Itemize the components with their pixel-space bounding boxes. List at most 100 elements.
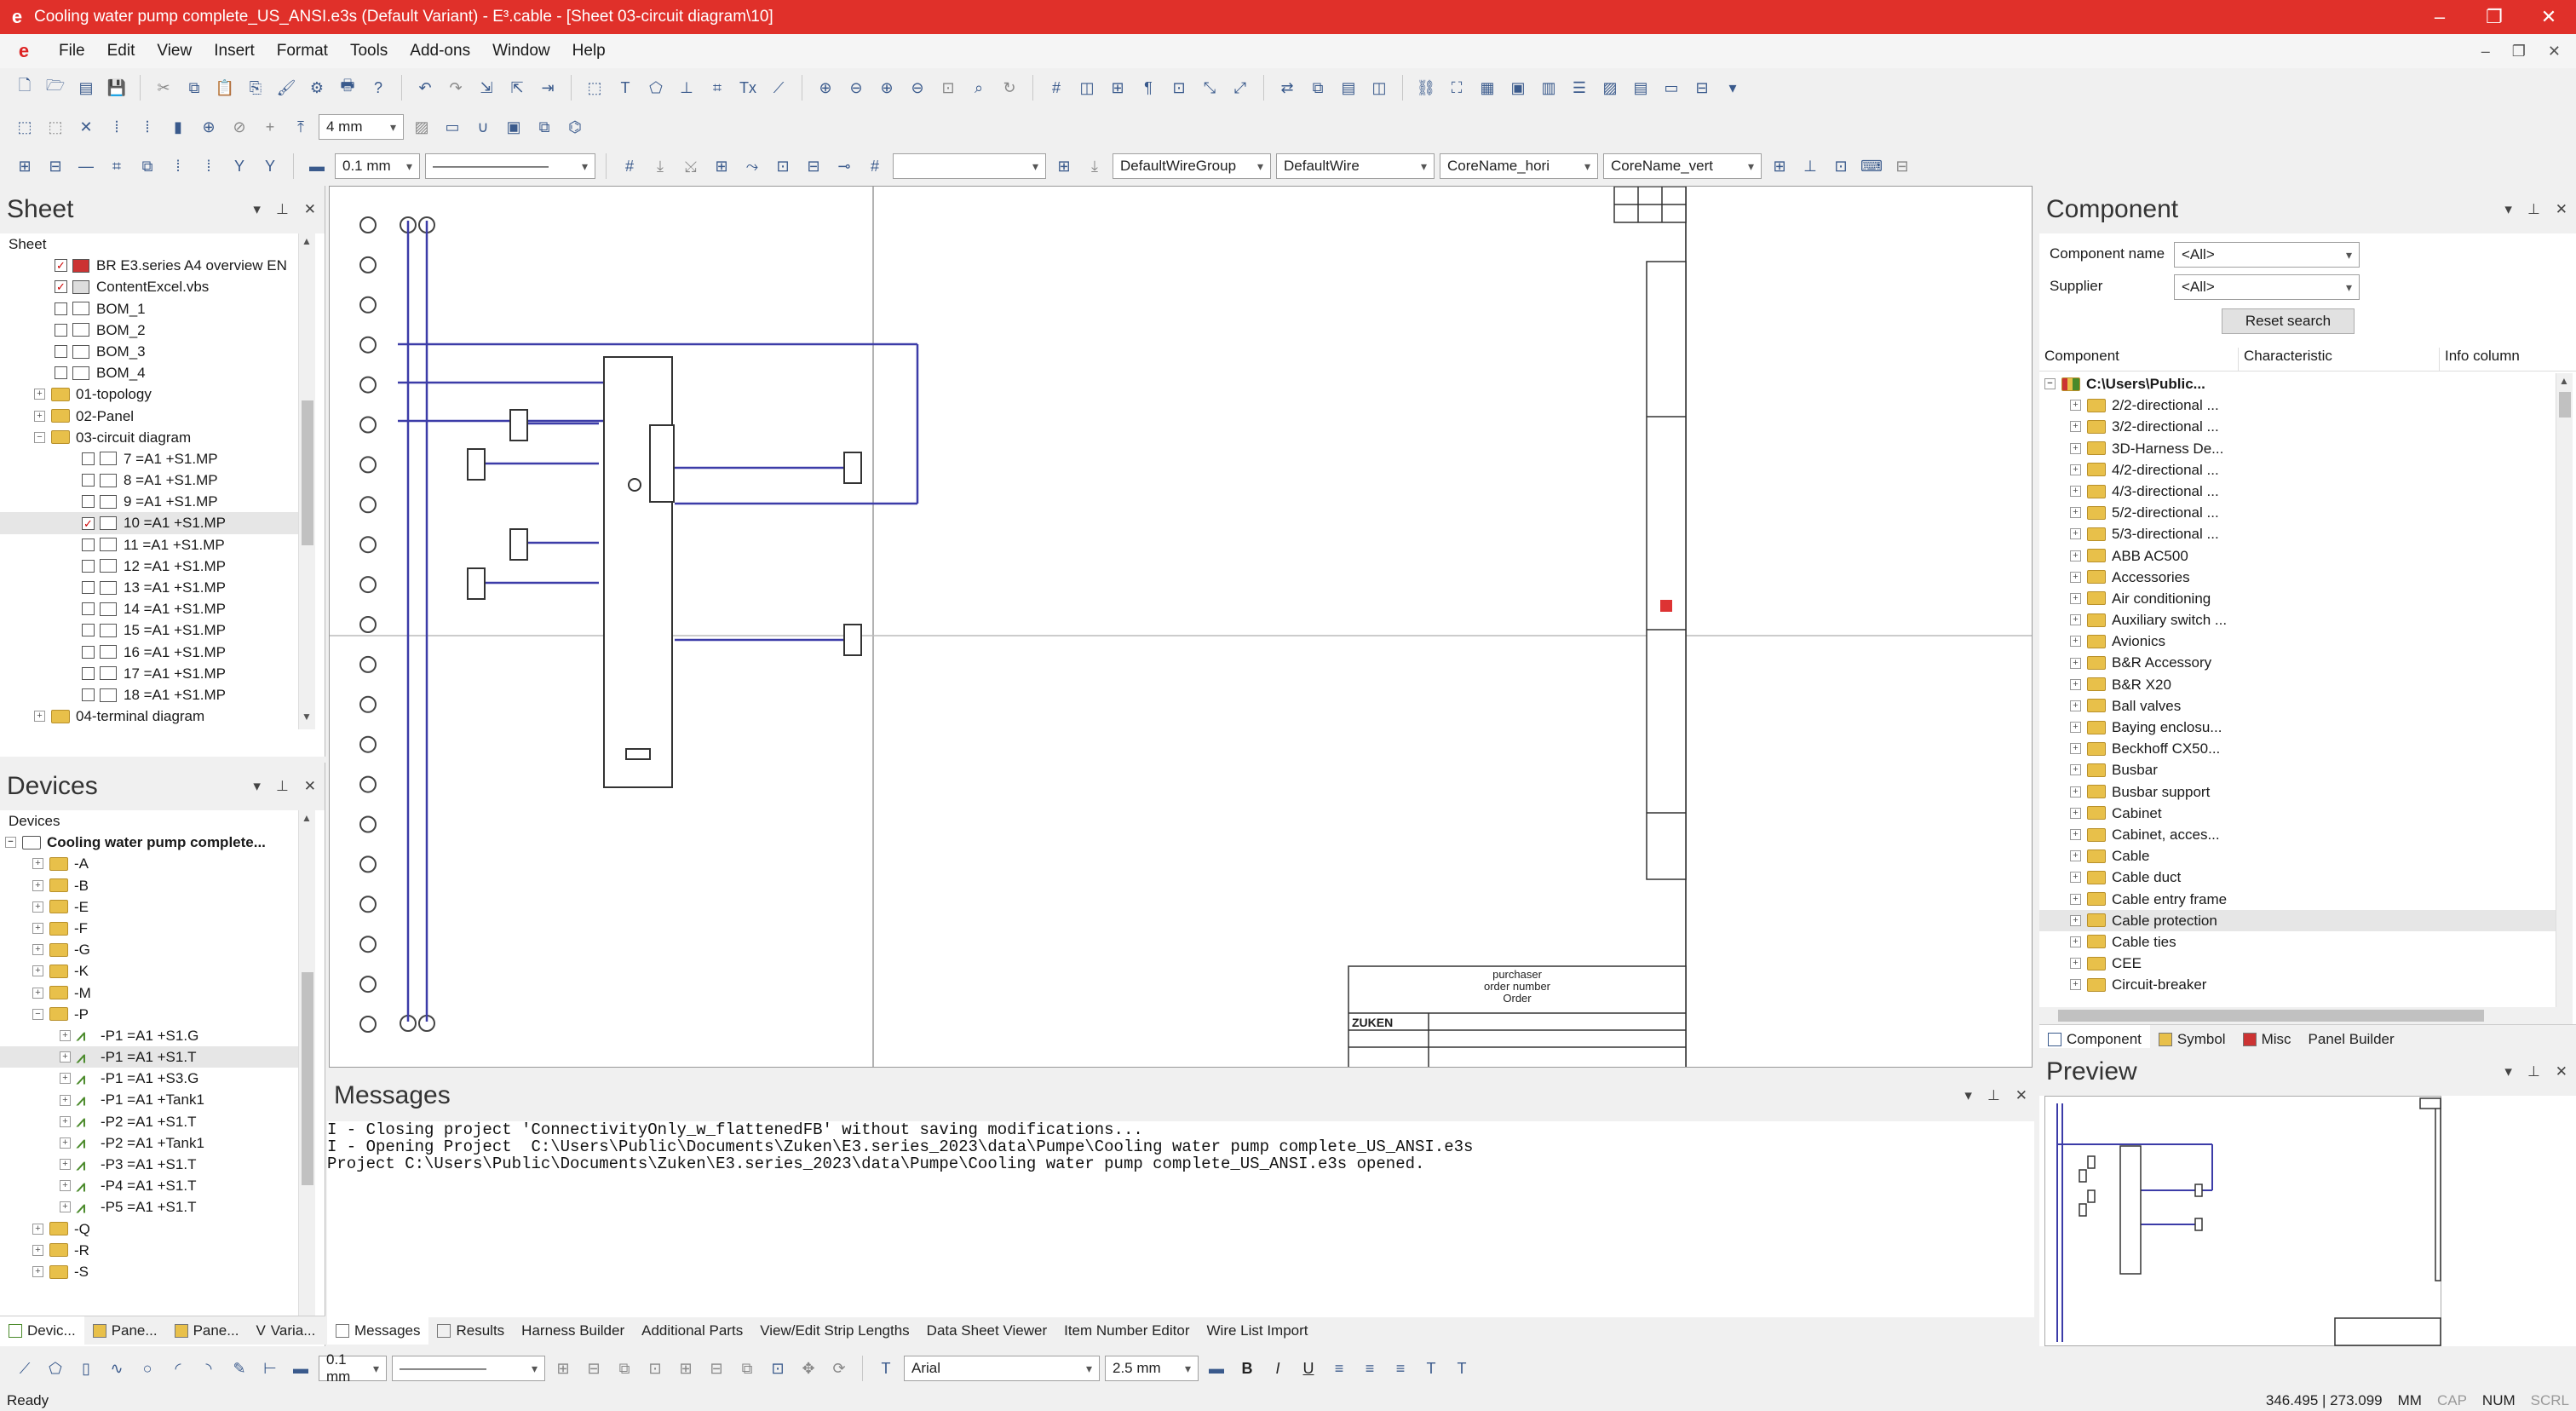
sheet-vscroll-thumb[interactable] xyxy=(302,400,313,545)
document-icon[interactable]: e xyxy=(0,40,48,62)
import-icon[interactable]: ⇱ xyxy=(504,75,530,101)
text-icon[interactable]: T xyxy=(612,75,638,101)
component-folder[interactable]: + Cabinet, acces... xyxy=(2039,824,2556,845)
mdi-minimize-icon[interactable]: – xyxy=(2481,43,2490,60)
column-info[interactable]: Info column xyxy=(2440,348,2520,371)
tab-harness-builder[interactable]: Harness Builder xyxy=(513,1317,633,1345)
windows-icon[interactable]: ⧉ xyxy=(1305,75,1331,101)
messages-menu-icon[interactable]: ▾ xyxy=(1964,1087,1972,1104)
device-folder[interactable]: + -A xyxy=(0,853,298,874)
settings-icon[interactable]: ⚙ xyxy=(304,75,330,101)
sheet-tree-item[interactable]: 18 =A1 +S1.MP xyxy=(0,684,298,706)
component-close-icon[interactable]: ✕ xyxy=(2556,201,2567,218)
component-folder[interactable]: + B&R X20 xyxy=(2039,674,2556,695)
checkbox[interactable] xyxy=(82,559,95,573)
underline-icon[interactable]: U xyxy=(1296,1356,1321,1381)
component-folder[interactable]: + Beckhoff CX50... xyxy=(2039,738,2556,759)
expand-icon[interactable]: + xyxy=(34,410,45,422)
device-root[interactable]: − Cooling water pump complete... xyxy=(0,832,298,853)
move-icon[interactable]: ⤢ xyxy=(1228,75,1253,101)
expand-icon[interactable]: + xyxy=(32,944,43,956)
hatch-icon[interactable]: ▨ xyxy=(409,114,434,140)
draw-arc-icon[interactable]: ◜ xyxy=(165,1356,191,1381)
comp-scroll-up-icon[interactable]: ▲ xyxy=(2559,375,2569,387)
component-folder[interactable]: + CEE xyxy=(2039,953,2556,974)
arrange-b-icon[interactable]: ⊟ xyxy=(581,1356,607,1381)
mdi-close-icon[interactable]: ✕ xyxy=(2548,43,2561,60)
expand-icon[interactable]: + xyxy=(2070,872,2081,884)
component-menu-icon[interactable]: ▾ xyxy=(2504,201,2512,218)
checkbox[interactable] xyxy=(55,323,67,337)
expand-icon[interactable]: + xyxy=(60,1051,71,1063)
connect-icon[interactable]: ⤡ xyxy=(1197,75,1222,101)
bold-icon[interactable]: B xyxy=(1234,1356,1260,1381)
device-folder[interactable]: + -F xyxy=(0,918,298,939)
sheet-tree-item[interactable]: 15 =A1 +S1.MP xyxy=(0,619,298,641)
component-hscroll-thumb[interactable] xyxy=(2058,1010,2484,1022)
checkbox[interactable] xyxy=(82,688,95,702)
component-folder[interactable]: + Cable entry frame xyxy=(2039,889,2556,910)
wire-a-icon[interactable]: ⤓ xyxy=(647,153,673,179)
layout-icon[interactable]: ⊟ xyxy=(1689,75,1715,101)
device-item[interactable]: + ⩘ -P5 =A1 +S1.T xyxy=(0,1196,298,1218)
expand-icon[interactable]: + xyxy=(32,901,43,913)
component-folder[interactable]: + Circuit-breaker xyxy=(2039,974,2556,995)
redraw-icon[interactable]: ↻ xyxy=(997,75,1022,101)
sheet-tree-item[interactable]: BOM_3 xyxy=(0,341,298,362)
device-item[interactable]: + ⩘ -P4 =A1 +S1.T xyxy=(0,1175,298,1196)
sheet-tree-item[interactable]: 14 =A1 +S1.MP xyxy=(0,598,298,619)
save-icon[interactable]: 💾 xyxy=(104,75,129,101)
text-color-icon[interactable]: ▬ xyxy=(1204,1356,1229,1381)
core-name-hori-select[interactable]: CoreName_hori xyxy=(1440,153,1598,179)
link-icon[interactable]: ⛶ xyxy=(1444,75,1469,101)
expand-icon[interactable]: + xyxy=(2070,700,2081,711)
pin-icon[interactable]: ⤒ xyxy=(288,114,313,140)
sheet-tree-folder[interactable]: − 03-circuit diagram xyxy=(0,427,298,448)
more-icon[interactable]: ▾ xyxy=(1720,75,1745,101)
expand-icon[interactable]: + xyxy=(32,923,43,935)
split-icon[interactable]: ◫ xyxy=(1074,75,1100,101)
component-folder[interactable]: + Air conditioning xyxy=(2039,588,2556,609)
supplier-select[interactable]: <All> xyxy=(2174,274,2360,300)
font-size-select[interactable]: 2.5 mm xyxy=(1105,1356,1199,1381)
preview-pin-icon[interactable]: ⊥ xyxy=(2527,1063,2540,1080)
sheet-tree-item[interactable]: 13 =A1 +S1.MP xyxy=(0,577,298,598)
device-item[interactable]: + ⩘ -P1 =A1 +S3.G xyxy=(0,1068,298,1089)
arrange-a-icon[interactable]: ⊞ xyxy=(550,1356,576,1381)
expand-icon[interactable]: + xyxy=(32,965,43,977)
branch2-icon[interactable]: Y xyxy=(257,153,283,179)
devices-panel-pin-icon[interactable]: ⊥ xyxy=(276,778,289,795)
panel-icon[interactable]: ▣ xyxy=(1505,75,1531,101)
component-vscroll-thumb[interactable] xyxy=(2559,392,2571,418)
text-e-icon[interactable]: ⊟ xyxy=(1889,153,1915,179)
tab-messages[interactable]: Messages xyxy=(327,1317,429,1345)
expand-icon[interactable]: + xyxy=(32,879,43,891)
sheet-tree-item[interactable]: 11 =A1 +S1.MP xyxy=(0,534,298,556)
component-folder[interactable]: + Avionics xyxy=(2039,631,2556,652)
checkbox[interactable] xyxy=(82,624,95,637)
devices-scroll-up-icon[interactable]: ▲ xyxy=(302,812,312,824)
menu-addons[interactable]: Add-ons xyxy=(399,42,481,60)
expand-icon[interactable]: + xyxy=(2070,486,2081,498)
expand-icon[interactable]: + xyxy=(2070,914,2081,926)
sheet-tree-item[interactable]: ✓ 10 =A1 +S1.MP xyxy=(0,512,298,534)
expand-icon[interactable]: + xyxy=(60,1180,71,1192)
sheet-tree-folder[interactable]: +04-terminal diagram xyxy=(0,706,298,727)
table-icon[interactable]: ▦ xyxy=(1475,75,1500,101)
expand-icon[interactable]: + xyxy=(2070,936,2081,947)
expand-icon[interactable]: + xyxy=(2070,550,2081,562)
text-tool-icon[interactable]: T xyxy=(873,1356,899,1381)
devices-vscrollbar[interactable]: ▲ ▼ xyxy=(298,810,315,1339)
component-vscrollbar[interactable]: ▲ xyxy=(2556,373,2573,1007)
menu-edit[interactable]: Edit xyxy=(96,42,147,60)
expand-icon[interactable]: + xyxy=(32,987,43,999)
arrange-e-icon[interactable]: ⊞ xyxy=(673,1356,699,1381)
text-b-icon[interactable]: ⊥ xyxy=(1797,153,1823,179)
draw-pen-icon[interactable]: ✎ xyxy=(227,1356,252,1381)
tx-icon[interactable]: Tx xyxy=(735,75,761,101)
checkbox[interactable]: ✓ xyxy=(55,259,67,273)
sym2-icon[interactable]: ⊟ xyxy=(43,153,68,179)
zoom-fit-icon[interactable]: ⊡ xyxy=(935,75,961,101)
device-folder[interactable]: + -B xyxy=(0,875,298,896)
checkbox[interactable] xyxy=(55,345,67,359)
